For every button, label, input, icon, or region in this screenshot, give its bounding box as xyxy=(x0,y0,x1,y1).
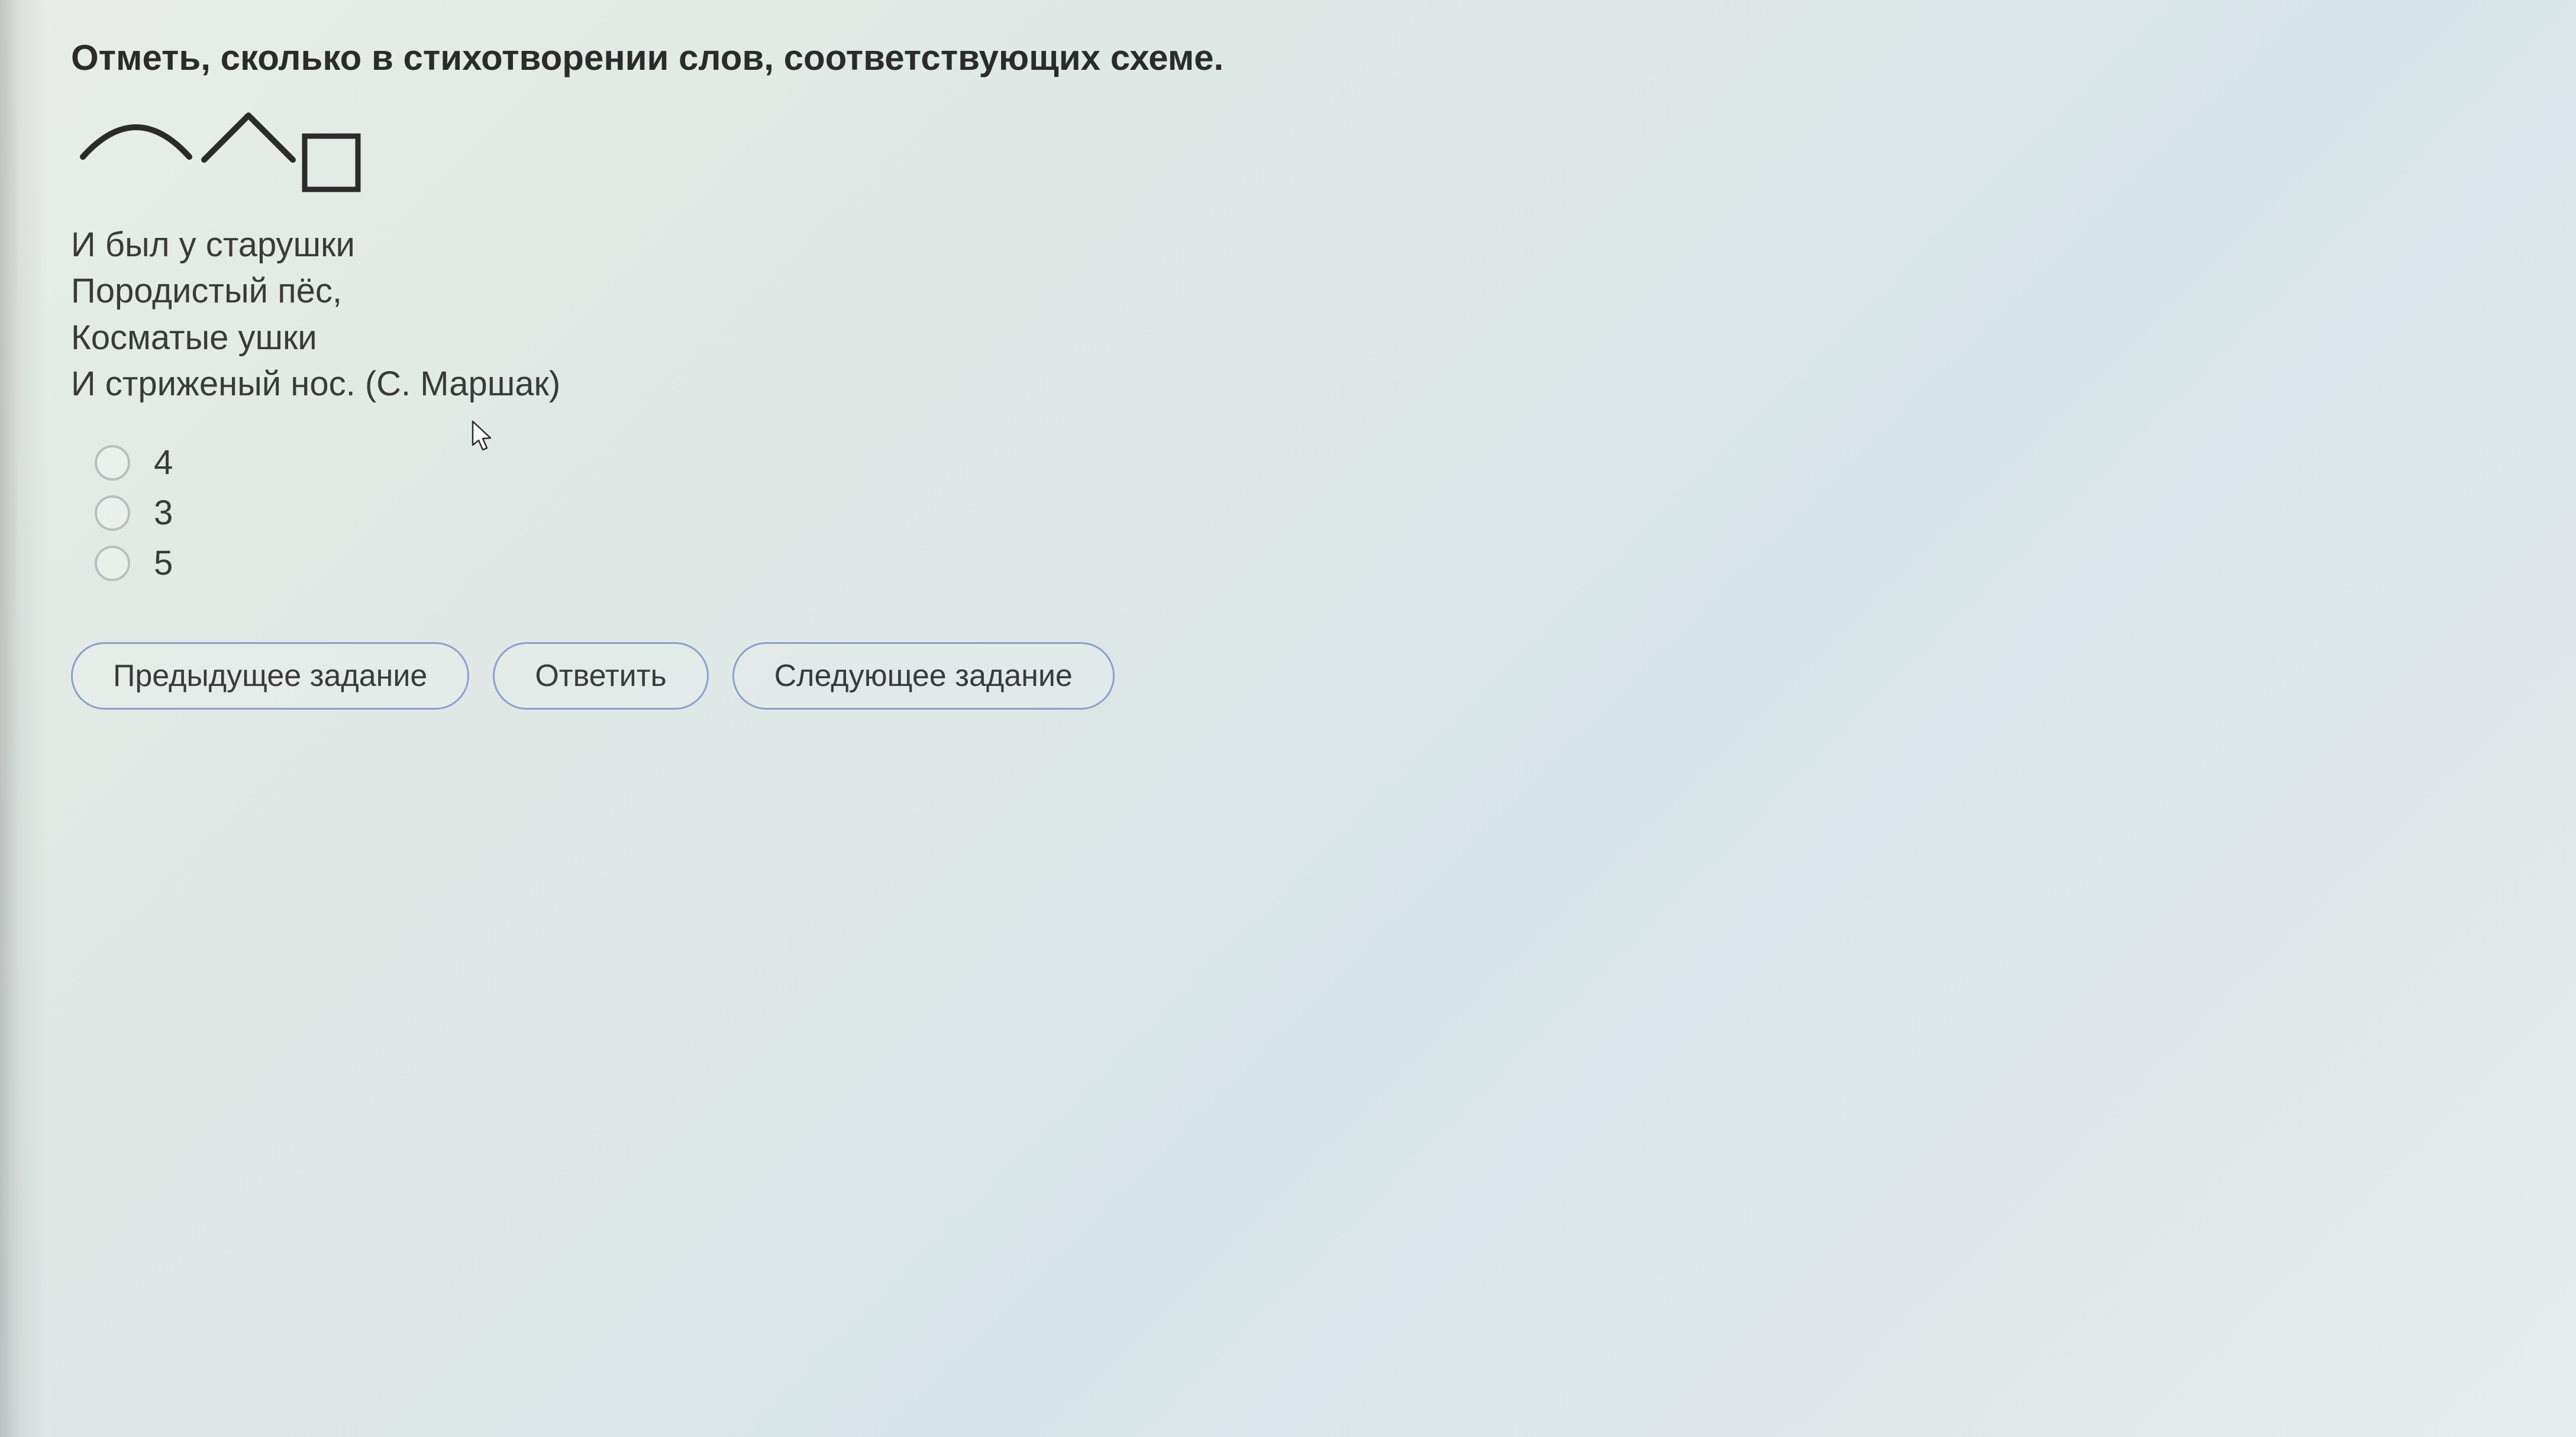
morpheme-scheme xyxy=(71,104,2529,192)
poem-author: (С. Маршак) xyxy=(365,365,560,403)
answer-button[interactable]: Ответить xyxy=(493,642,708,710)
button-row: Предыдущее задание Ответить Следующее за… xyxy=(71,642,2529,710)
poem-line: И был у старушки xyxy=(71,222,2529,268)
option-label: 5 xyxy=(154,543,173,583)
options-group: 4 3 5 xyxy=(95,443,2529,583)
ending-box-icon xyxy=(305,136,358,189)
radio-icon[interactable] xyxy=(95,546,130,581)
poem-line-text: И стриженый нос. xyxy=(71,365,356,403)
poem-block: И был у старушки Породистый пёс, Косматы… xyxy=(71,222,2529,407)
suffix-caret-icon xyxy=(204,115,293,160)
option-4[interactable]: 4 xyxy=(95,443,2529,482)
scheme-svg xyxy=(71,104,379,192)
option-label: 3 xyxy=(154,493,173,533)
task-page: Отметь, сколько в стихотворении слов, со… xyxy=(0,0,2576,1437)
next-task-button[interactable]: Следующее задание xyxy=(732,642,1115,710)
radio-icon[interactable] xyxy=(95,445,130,481)
root-arc-icon xyxy=(83,127,189,157)
prev-task-button[interactable]: Предыдущее задание xyxy=(71,642,469,710)
page-gutter xyxy=(0,0,47,1437)
option-label: 4 xyxy=(154,443,173,482)
poem-line: И стриженый нос. (С. Маршак) xyxy=(71,361,2529,407)
question-text: Отметь, сколько в стихотворении слов, со… xyxy=(71,36,2529,80)
poem-line: Породистый пёс, xyxy=(71,268,2529,314)
option-3[interactable]: 3 xyxy=(95,493,2529,533)
radio-icon[interactable] xyxy=(95,495,130,531)
option-5[interactable]: 5 xyxy=(95,543,2529,583)
poem-line: Косматые ушки xyxy=(71,315,2529,361)
